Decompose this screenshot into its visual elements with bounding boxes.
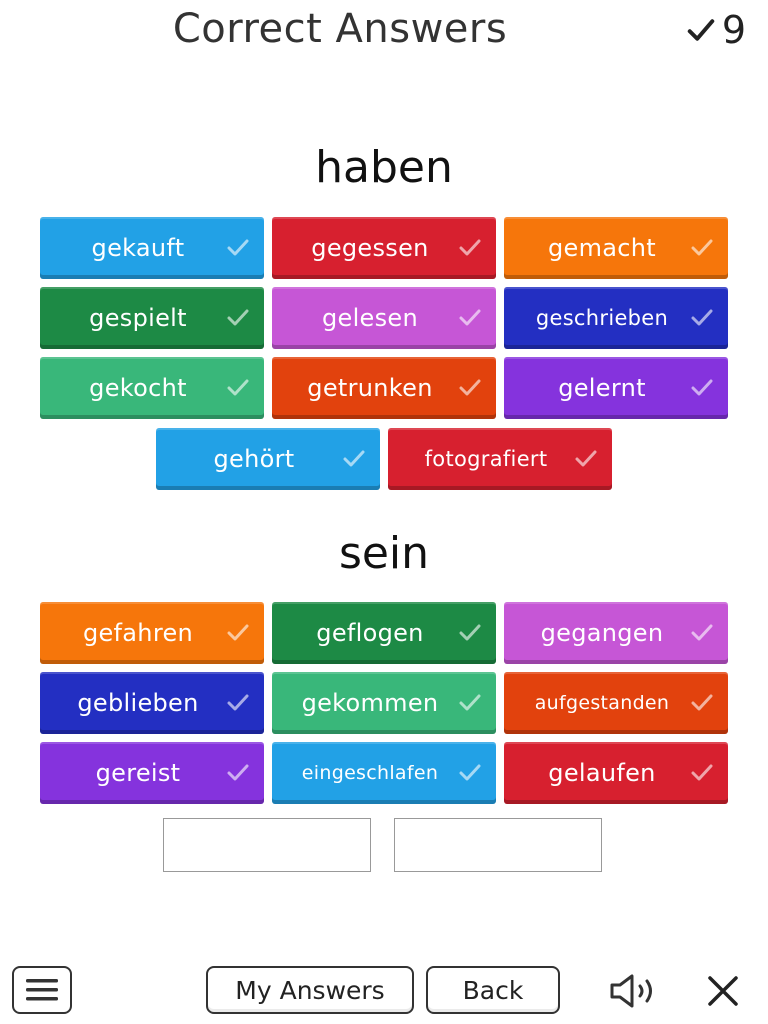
answer-chip[interactable]: gegangen bbox=[504, 602, 728, 664]
answer-chip[interactable]: gelesen bbox=[272, 287, 496, 349]
answer-chip-label: gespielt bbox=[89, 304, 187, 332]
checkmark-icon bbox=[691, 764, 713, 781]
menu-button[interactable] bbox=[12, 966, 72, 1014]
empty-answer-slot[interactable] bbox=[163, 818, 371, 872]
checkmark-icon bbox=[575, 450, 597, 467]
score-counter: 9 bbox=[686, 8, 746, 52]
answer-chip-label: gelesen bbox=[321, 304, 418, 332]
answer-chip-label: gemacht bbox=[547, 234, 656, 262]
answer-chip-label: getrunken bbox=[307, 374, 433, 402]
answer-chip-label: gegangen bbox=[540, 619, 664, 647]
answer-chip[interactable]: gelernt bbox=[504, 357, 728, 419]
checkmark-icon bbox=[227, 309, 249, 326]
haben-extra-row: gehört fotografiert bbox=[0, 428, 768, 490]
close-icon[interactable] bbox=[704, 972, 742, 1010]
header-bar: Correct Answers 9 bbox=[0, 0, 768, 64]
answer-chip[interactable]: gehört bbox=[156, 428, 380, 490]
answer-chip-label: gefahren bbox=[82, 619, 194, 647]
answer-chip-label: gekommen bbox=[301, 689, 439, 717]
speaker-icon[interactable] bbox=[606, 972, 666, 1010]
answer-chip-label: fotografiert bbox=[424, 447, 548, 471]
page-title: Correct Answers bbox=[172, 6, 508, 52]
checkmark-icon bbox=[227, 694, 249, 711]
answer-chip-label: gereist bbox=[95, 759, 181, 787]
back-button[interactable]: Back bbox=[426, 966, 560, 1014]
answer-chip[interactable]: gespielt bbox=[40, 287, 264, 349]
answer-chip[interactable]: gereist bbox=[40, 742, 264, 804]
answer-chip[interactable]: geflogen bbox=[272, 602, 496, 664]
checkmark-icon bbox=[227, 379, 249, 396]
haben-answer-grid: gekauft gegessen gemacht gespielt gelese… bbox=[40, 217, 728, 419]
answer-chip-label: gelernt bbox=[558, 374, 646, 402]
checkmark-icon bbox=[227, 624, 249, 641]
answer-chip-label: geflogen bbox=[316, 619, 424, 647]
answer-chip[interactable]: eingeschlafen bbox=[272, 742, 496, 804]
bottom-toolbar: My Answers Back bbox=[0, 960, 768, 1024]
answer-chip[interactable]: geblieben bbox=[40, 672, 264, 734]
answer-chip[interactable]: gekauft bbox=[40, 217, 264, 279]
answer-chip[interactable]: gemacht bbox=[504, 217, 728, 279]
answer-chip[interactable]: gekocht bbox=[40, 357, 264, 419]
checkmark-icon bbox=[459, 379, 481, 396]
answer-chip-label: geblieben bbox=[77, 689, 199, 717]
checkmark-icon bbox=[691, 309, 713, 326]
answer-chip[interactable]: getrunken bbox=[272, 357, 496, 419]
checkmark-icon bbox=[691, 379, 713, 396]
group-title-haben: haben bbox=[315, 142, 453, 193]
answer-chip[interactable]: gegessen bbox=[272, 217, 496, 279]
answer-chip-label: gekauft bbox=[91, 234, 185, 262]
checkmark-icon bbox=[691, 624, 713, 641]
checkmark-icon bbox=[691, 694, 713, 711]
group-title-sein: sein bbox=[338, 528, 430, 579]
answer-chip-label: gegessen bbox=[311, 234, 429, 262]
answer-chip[interactable]: gekommen bbox=[272, 672, 496, 734]
checkmark-icon bbox=[459, 624, 481, 641]
answer-chip-label: aufgestanden bbox=[534, 692, 670, 714]
checkmark-icon bbox=[459, 239, 481, 256]
menu-icon bbox=[26, 979, 58, 1001]
checkmark-icon bbox=[343, 450, 365, 467]
answer-chip[interactable]: gefahren bbox=[40, 602, 264, 664]
answer-chip[interactable]: aufgestanden bbox=[504, 672, 728, 734]
empty-answer-slot[interactable] bbox=[394, 818, 602, 872]
answer-chip[interactable]: fotografiert bbox=[388, 428, 612, 490]
checkmark-icon bbox=[459, 764, 481, 781]
answer-chip-label: geschrieben bbox=[535, 306, 669, 330]
checkmark-icon bbox=[691, 239, 713, 256]
checkmark-icon bbox=[227, 764, 249, 781]
checkmark-icon bbox=[687, 19, 715, 41]
answer-chip-label: gehört bbox=[213, 445, 295, 473]
sein-answer-grid: gefahren geflogen gegangen geblieben gek… bbox=[40, 602, 728, 804]
score-value: 9 bbox=[721, 8, 746, 52]
checkmark-icon bbox=[227, 239, 249, 256]
answer-chip[interactable]: geschrieben bbox=[504, 287, 728, 349]
my-answers-button[interactable]: My Answers bbox=[206, 966, 414, 1014]
checkmark-icon bbox=[459, 694, 481, 711]
answer-chip-label: gelaufen bbox=[548, 759, 656, 787]
checkmark-icon bbox=[459, 309, 481, 326]
answer-chip-label: eingeschlafen bbox=[301, 762, 439, 784]
answer-chip[interactable]: gelaufen bbox=[504, 742, 728, 804]
answer-chip-label: gekocht bbox=[89, 374, 187, 402]
